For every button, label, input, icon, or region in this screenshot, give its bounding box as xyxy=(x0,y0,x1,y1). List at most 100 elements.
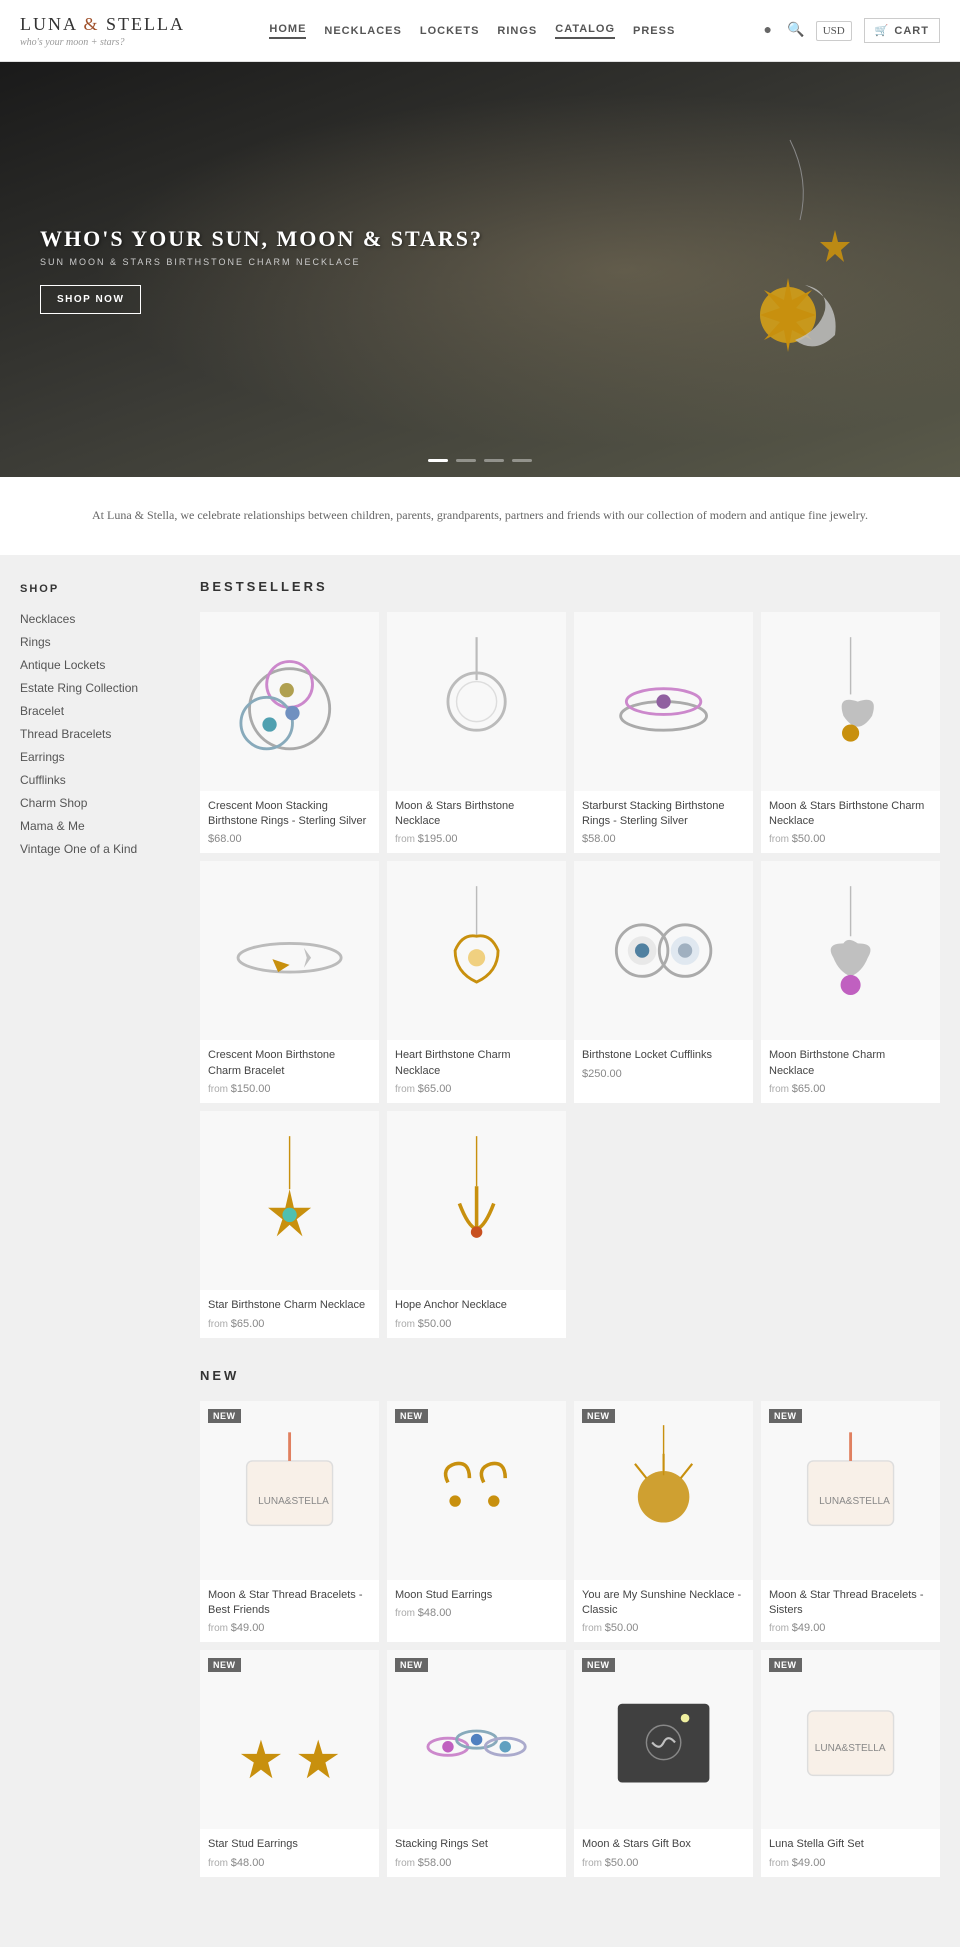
sidebar-item-bracelet[interactable]: Bracelet xyxy=(20,703,165,719)
product-card[interactable]: NEW LUNA&STELLA Moon & Star Thread Brace… xyxy=(761,1401,940,1643)
carousel-dot-4[interactable] xyxy=(512,459,532,462)
product-image xyxy=(574,612,753,791)
product-card[interactable]: Crescent Moon Birthstone Charm Bracelet … xyxy=(200,861,379,1103)
product-name: Moon & Stars Birthstone Charm Necklace xyxy=(769,799,932,830)
search-icon[interactable]: 🔍 xyxy=(788,23,804,39)
product-card[interactable]: Moon & Stars Birthstone Necklace from $1… xyxy=(387,612,566,854)
product-name: Crescent Moon Stacking Birthstone Rings … xyxy=(208,799,371,830)
svg-text:LUNA&STELLA: LUNA&STELLA xyxy=(819,1496,890,1507)
sidebar-item-estate-ring[interactable]: Estate Ring Collection xyxy=(20,680,165,696)
nav-catalog[interactable]: CATALOG xyxy=(555,23,615,39)
product-info: Moon Stud Earrings from $48.00 xyxy=(387,1580,566,1627)
product-image: NEW xyxy=(574,1401,753,1580)
product-name: Moon & Star Thread Bracelets - Sisters xyxy=(769,1588,932,1619)
product-image: NEW xyxy=(387,1650,566,1829)
account-icon[interactable]: ● xyxy=(760,23,776,39)
sidebar-item-charm-shop[interactable]: Charm Shop xyxy=(20,795,165,811)
product-info: You are My Sunshine Necklace - Classic f… xyxy=(574,1580,753,1643)
product-info: Heart Birthstone Charm Necklace from $65… xyxy=(387,1040,566,1103)
logo[interactable]: LUNA & STELLA who's your moon + stars? xyxy=(20,14,185,48)
product-name: Moon & Stars Gift Box xyxy=(582,1837,745,1852)
about-section: At Luna & Stella, we celebrate relations… xyxy=(0,477,960,555)
product-image xyxy=(387,612,566,791)
sidebar-item-cufflinks[interactable]: Cufflinks xyxy=(20,772,165,788)
svg-text:LUNA&STELLA: LUNA&STELLA xyxy=(815,1743,886,1754)
header-right: ● 🔍 USD 🛒 CART xyxy=(760,18,940,43)
product-info: Star Birthstone Charm Necklace from $65.… xyxy=(200,1290,379,1337)
hero-title: WHO'S YOUR SUN, MOON & STARS? xyxy=(40,226,483,252)
product-image xyxy=(761,612,940,791)
nav-home[interactable]: HOME xyxy=(269,23,306,39)
product-card[interactable]: Hope Anchor Necklace from $50.00 xyxy=(387,1111,566,1337)
sidebar-item-rings[interactable]: Rings xyxy=(20,634,165,650)
bestsellers-title: BESTSELLERS xyxy=(200,579,940,594)
product-price: $58.00 xyxy=(582,833,745,845)
nav-lockets[interactable]: LOCKETS xyxy=(420,25,480,37)
product-name: Luna Stella Gift Set xyxy=(769,1837,932,1852)
product-card[interactable]: NEW LUNA&STELLA Moon & Star Thread Brace… xyxy=(200,1401,379,1643)
currency-selector[interactable]: USD xyxy=(816,21,852,41)
product-card[interactable]: NEW Stacking Rings Set from $58.00 xyxy=(387,1650,566,1876)
carousel-dot-3[interactable] xyxy=(484,459,504,462)
product-card[interactable]: Crescent Moon Stacking Birthstone Rings … xyxy=(200,612,379,854)
carousel-dot-1[interactable] xyxy=(428,459,448,462)
product-card[interactable]: NEW Star Stud Earrings from $48.00 xyxy=(200,1650,379,1876)
product-info: Moon Birthstone Charm Necklace from $65.… xyxy=(761,1040,940,1103)
sidebar-item-antique-lockets[interactable]: Antique Lockets xyxy=(20,657,165,673)
main-content: BESTSELLERS Crescent Moon Stacking Birth… xyxy=(185,555,960,1947)
logo-name: LUNA & STELLA xyxy=(20,14,185,35)
product-name: Moon & Stars Birthstone Necklace xyxy=(395,799,558,830)
product-image xyxy=(387,1111,566,1290)
hero-subtitle: SUN MOON & STARS BIRTHSTONE CHARM NECKLA… xyxy=(40,257,483,267)
new-badge: NEW xyxy=(769,1409,802,1423)
sidebar-item-vintage[interactable]: Vintage One of a Kind xyxy=(20,841,165,857)
hero-cta-button[interactable]: SHOP NOW xyxy=(40,285,141,314)
product-image: NEW xyxy=(387,1401,566,1580)
sidebar-item-necklaces[interactable]: Necklaces xyxy=(20,611,165,627)
new-products-grid: NEW LUNA&STELLA Moon & Star Thread Brace… xyxy=(200,1401,940,1877)
product-name: Moon Stud Earrings xyxy=(395,1588,558,1603)
product-card[interactable]: NEW LUNA&STELLA Luna Stella Gift Set fro… xyxy=(761,1650,940,1876)
product-card[interactable]: NEW Moon & Stars Gift Box from $50.00 xyxy=(574,1650,753,1876)
new-badge: NEW xyxy=(769,1658,802,1672)
product-card[interactable]: Moon & Stars Birthstone Charm Necklace f… xyxy=(761,612,940,854)
product-card[interactable]: Birthstone Locket Cufflinks $250.00 xyxy=(574,861,753,1103)
product-name: Hope Anchor Necklace xyxy=(395,1298,558,1313)
product-card[interactable]: Star Birthstone Charm Necklace from $65.… xyxy=(200,1111,379,1337)
carousel-dot-2[interactable] xyxy=(456,459,476,462)
product-image xyxy=(200,861,379,1040)
product-price: from $65.00 xyxy=(769,1083,932,1095)
svg-text:LUNA&STELLA: LUNA&STELLA xyxy=(258,1496,329,1507)
main-nav: HOME NECKLACES LOCKETS RINGS CATALOG PRE… xyxy=(269,23,675,39)
product-image: NEW xyxy=(200,1650,379,1829)
bestsellers-grid: Crescent Moon Stacking Birthstone Rings … xyxy=(200,612,940,1338)
product-image xyxy=(574,861,753,1040)
product-card[interactable]: NEW You are My Sunshine Necklace - Class… xyxy=(574,1401,753,1643)
product-card[interactable]: Starburst Stacking Birthstone Rings - St… xyxy=(574,612,753,854)
product-price: from $50.00 xyxy=(395,1318,558,1330)
product-info: Moon & Stars Birthstone Necklace from $1… xyxy=(387,791,566,854)
product-card[interactable]: NEW Moon Stud Earrings from $48.00 xyxy=(387,1401,566,1643)
sidebar-title: SHOP xyxy=(20,583,165,595)
product-image xyxy=(387,861,566,1040)
sidebar-item-thread-bracelets[interactable]: Thread Bracelets xyxy=(20,726,165,742)
product-price: from $50.00 xyxy=(582,1622,745,1634)
nav-rings[interactable]: RINGS xyxy=(497,25,537,37)
product-info: Moon & Stars Gift Box from $50.00 xyxy=(574,1829,753,1876)
nav-press[interactable]: PRESS xyxy=(633,25,675,37)
product-card[interactable]: Moon Birthstone Charm Necklace from $65.… xyxy=(761,861,940,1103)
product-card[interactable]: Heart Birthstone Charm Necklace from $65… xyxy=(387,861,566,1103)
sidebar-item-earrings[interactable]: Earrings xyxy=(20,749,165,765)
site-header: LUNA & STELLA who's your moon + stars? H… xyxy=(0,0,960,62)
cart-button[interactable]: 🛒 CART xyxy=(864,18,940,43)
nav-necklaces[interactable]: NECKLACES xyxy=(324,25,401,37)
product-price: from $150.00 xyxy=(208,1083,371,1095)
sidebar-item-mama-me[interactable]: Mama & Me xyxy=(20,818,165,834)
hero-jewelry-image xyxy=(680,130,900,410)
product-price: from $49.00 xyxy=(769,1622,932,1634)
new-section: NEW NEW LUNA&STELLA Moon & Star Thread B… xyxy=(200,1368,940,1877)
product-price: $250.00 xyxy=(582,1068,745,1080)
product-price: from $50.00 xyxy=(769,833,932,845)
cart-label: CART xyxy=(894,25,929,37)
new-badge: NEW xyxy=(208,1409,241,1423)
